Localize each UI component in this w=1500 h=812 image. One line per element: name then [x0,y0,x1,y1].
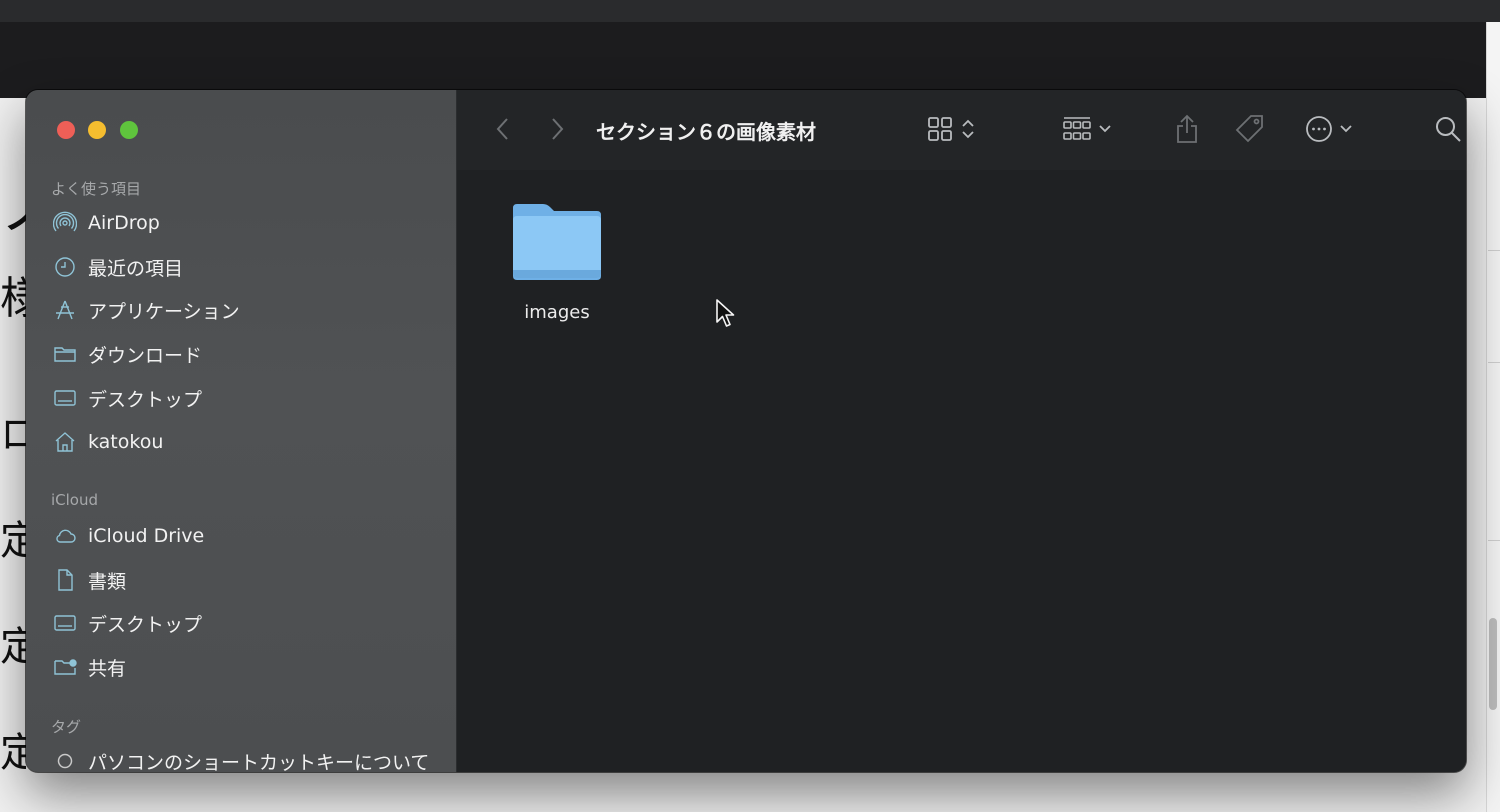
share-icon [1177,114,1197,143]
sidebar: よく使う項目 AirDrop 最近の項目 アプリケーション ダウンロード デスク… [26,90,457,772]
sidebar-item-label: デスクトップ [88,613,203,636]
chevron-right-icon [552,118,564,140]
sidebar-item-shared[interactable]: 共有 [52,651,442,683]
applications-icon [52,297,78,323]
sidebar-item-recents[interactable]: 最近の項目 [52,251,442,283]
background-top-bar [0,0,1500,23]
sidebar-item-home[interactable]: katokou [52,426,442,458]
chevron-down-icon [1340,125,1352,133]
airdrop-icon [52,210,78,236]
background-text: 定 [0,624,26,670]
background-divider [1488,540,1500,541]
sidebar-item-label: パソコンのショートカットキーについて [88,751,430,773]
sidebar-item-label: デスクトップ [88,388,203,411]
sidebar-item-icloud-drive[interactable]: iCloud Drive [52,520,442,552]
view-mode-button[interactable] [921,114,981,144]
share-button[interactable] [1173,112,1201,146]
sidebar-item-icloud-desktop[interactable]: デスクトップ [52,607,442,639]
background-scrollbar[interactable] [1486,22,1500,812]
sidebar-item-label: 最近の項目 [88,257,184,280]
sidebar-section-favorites: よく使う項目 [51,180,142,198]
chevron-left-icon [496,118,508,140]
more-actions-button[interactable] [1299,114,1359,144]
chevron-updown-icon [962,119,974,139]
sidebar-item-documents[interactable]: 書類 [52,564,442,596]
group-button[interactable] [1057,114,1117,144]
finder-window: よく使う項目 AirDrop 最近の項目 アプリケーション ダウンロード デスク… [26,90,1466,772]
sidebar-section-tags: タグ [51,718,82,736]
sidebar-item-label: 書類 [88,570,127,593]
back-button[interactable] [491,114,515,144]
sidebar-section-icloud: iCloud [51,491,99,509]
chevron-down-icon [1099,125,1111,133]
sidebar-item-label: AirDrop [88,212,160,234]
sidebar-item-label: ダウンロード [88,344,203,367]
sidebar-item-desktop[interactable]: デスクトップ [52,382,442,414]
sidebar-item-downloads[interactable]: ダウンロード [52,338,442,370]
sidebar-item-tag[interactable]: パソコンのショートカットキーについて [52,745,442,772]
background-divider [1488,250,1500,251]
background-text: 定 [0,730,26,776]
desktop-icon [52,385,78,411]
sidebar-item-label: 共有 [88,657,127,680]
desktop-icon [52,610,78,636]
mouse-cursor-icon [716,299,735,327]
shared-folder-icon [52,654,78,680]
sidebar-item-label: アプリケーション [88,300,240,323]
close-button[interactable] [57,121,75,139]
sidebar-item-airdrop[interactable]: AirDrop [52,207,442,239]
group-grid-icon [1063,117,1091,140]
file-name: images [524,302,590,323]
tag-circle-icon [52,748,78,772]
background-text: ロ [0,412,26,458]
toolbar: セクション６の画像素材 [457,90,1466,170]
cloud-icon [52,523,78,549]
background-divider [1488,362,1500,363]
background-text: 様 [0,273,26,324]
clock-icon [52,254,78,280]
home-icon [52,429,78,455]
sidebar-item-label: katokou [88,431,164,453]
background-text: ノ [0,166,26,245]
content-pane: セクション６の画像素材 images [457,90,1466,772]
tag-button[interactable] [1233,112,1267,146]
document-icon [52,567,78,593]
background-scroll-thumb[interactable] [1489,618,1497,710]
sidebar-item-label: iCloud Drive [88,525,205,547]
folder-icon [513,204,601,280]
ellipsis-circle-icon [1306,116,1332,142]
file-item-images[interactable]: images [509,200,605,323]
folder-icon [52,341,78,367]
grid-view-icon [928,117,952,141]
sidebar-item-applications[interactable]: アプリケーション [52,294,442,326]
search-button[interactable] [1433,114,1463,144]
background-text: 定 [0,518,26,564]
background-dark-banner [0,22,1486,98]
window-title: セクション６の画像素材 [596,120,816,144]
tag-icon [1235,115,1263,143]
forward-button[interactable] [545,114,569,144]
zoom-button[interactable] [120,121,138,139]
minimize-button[interactable] [88,121,106,139]
search-icon [1436,117,1461,142]
